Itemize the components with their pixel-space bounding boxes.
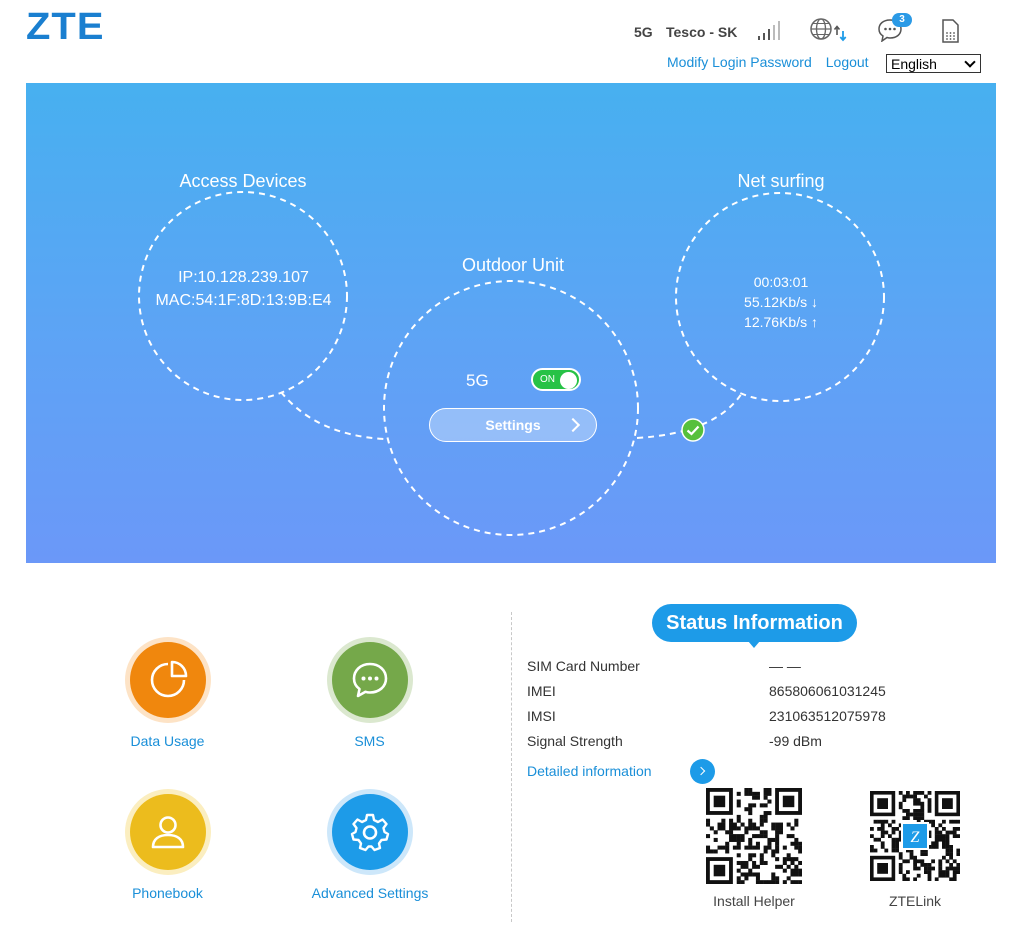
signal-strength-value: -99 dBm [769, 733, 822, 749]
status-information-title: Status Information [652, 604, 857, 648]
detailed-information-link[interactable]: Detailed information [527, 763, 652, 779]
access-device-ip: IP:10.128.239.107 [178, 269, 309, 286]
network-overview-banner: Access Devices IP:10.128.239.107 MAC:54:… [26, 83, 996, 563]
message-count-badge: 3 [892, 13, 912, 27]
upload-rate: 12.76Kb/s ↑ [744, 314, 818, 330]
advanced-settings-shortcut[interactable]: Advanced Settings [300, 789, 440, 901]
connected-time: 00:03:01 [753, 274, 809, 290]
sms-label: SMS [354, 733, 385, 749]
chevron-down-icon [964, 55, 976, 68]
chevron-right-icon [696, 766, 706, 776]
data-usage-shortcut[interactable]: Data Usage [110, 637, 225, 749]
settings-button-label: Settings [485, 417, 541, 433]
language-selected-value: English [891, 55, 937, 72]
toggle-knob [560, 371, 577, 389]
install-helper-label: Install Helper [713, 893, 795, 909]
access-to-outdoor-link [280, 391, 385, 440]
band-5g-label: 5G [466, 371, 489, 390]
phonebook-label: Phonebook [132, 885, 203, 901]
internet-connection-icon [808, 16, 852, 49]
top-links: Modify Login Password Logout [667, 54, 869, 70]
section-divider [511, 612, 512, 922]
imsi-value: 231063512075978 [769, 708, 886, 724]
chat-bubble-icon [331, 642, 408, 718]
gear-icon [332, 794, 408, 870]
operator-name: Tesco - SK [666, 24, 738, 40]
install-helper-qr-code [706, 788, 802, 884]
logout-link[interactable]: Logout [826, 54, 869, 70]
language-select[interactable]: English [886, 54, 981, 73]
svg-text:Z: Z [911, 829, 921, 846]
ztelink-qr-code: Z [870, 791, 960, 881]
zte-logo: ZTE [26, 6, 105, 48]
download-rate: 55.12Kb/s ↓ [744, 294, 818, 310]
outdoor-unit-title: Outdoor Unit [461, 255, 565, 275]
imei-value: 865806061031245 [769, 683, 886, 699]
5g-toggle[interactable]: ON [531, 368, 581, 391]
net-surfing-title: Net surfing [737, 171, 825, 191]
pie-chart-icon [129, 642, 206, 718]
phonebook-shortcut[interactable]: Phonebook [110, 789, 225, 901]
toggle-on-label: ON [540, 374, 555, 385]
modify-login-password-link[interactable]: Modify Login Password [667, 54, 812, 70]
connected-check-icon [681, 418, 705, 447]
access-devices-title: Access Devices [179, 171, 307, 191]
signal-strength-icon [757, 18, 783, 47]
access-device-mac: MAC:54:1F:8D:13:9B:E4 [155, 292, 332, 309]
ztelink-label: ZTELink [888, 893, 942, 909]
sim-card-number-value: — — [769, 658, 801, 674]
outdoor-settings-button[interactable]: Settings [429, 408, 597, 442]
data-usage-label: Data Usage [130, 733, 205, 749]
signal-strength-label: Signal Strength [527, 733, 623, 749]
connection-diagram [138, 191, 885, 536]
imsi-label: IMSI [527, 708, 556, 724]
sms-shortcut[interactable]: SMS [312, 637, 427, 749]
imei-label: IMEI [527, 683, 556, 699]
person-icon [129, 794, 206, 870]
advanced-settings-label: Advanced Settings [311, 885, 429, 901]
sim-card-number-label: SIM Card Number [527, 658, 640, 674]
chevron-right-icon [565, 417, 581, 433]
network-type: 5G [634, 24, 653, 40]
sim-card-icon [940, 18, 960, 49]
detailed-information-button[interactable] [690, 759, 715, 784]
